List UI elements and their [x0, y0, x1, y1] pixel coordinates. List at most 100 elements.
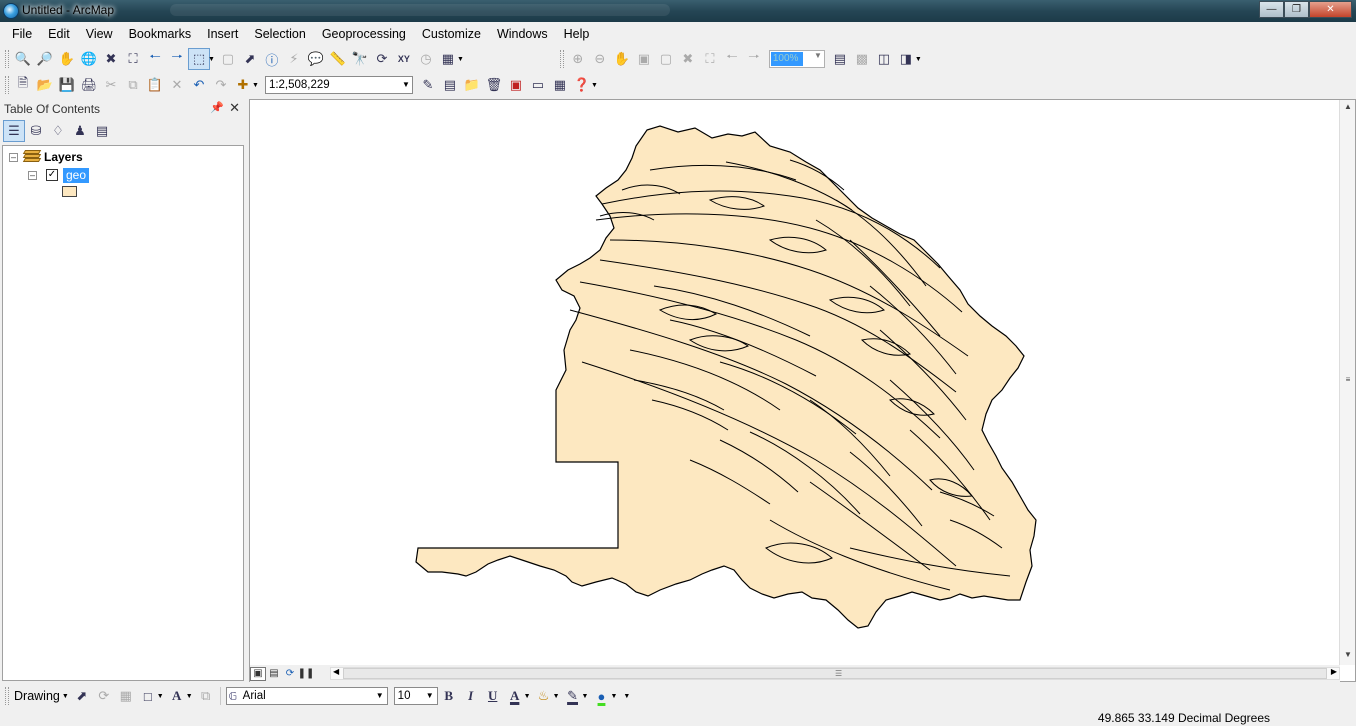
marker-color-dropdown-icon[interactable]: ▼ [610, 693, 617, 700]
pin-icon[interactable]: 📌 [210, 101, 224, 114]
italic-button[interactable]: I [460, 685, 482, 707]
maximize-button[interactable]: ❐ [1284, 1, 1309, 18]
refresh-icon[interactable]: ⟳ [282, 667, 298, 681]
scroll-right-icon[interactable]: ▶ [1331, 667, 1337, 676]
list-by-selection-icon[interactable]: ♟ [69, 120, 91, 142]
scroll-up-icon[interactable]: ▲ [1340, 102, 1356, 111]
layout-forward-icon[interactable]: 🠒 [743, 48, 765, 70]
identify-icon[interactable]: ⓘ [261, 48, 283, 70]
text-tool-icon[interactable]: A [166, 685, 188, 707]
editor-toolbar-icon[interactable]: ✎ [417, 74, 439, 96]
focus-data-frame-icon[interactable]: ▩ [851, 48, 873, 70]
undo-icon[interactable]: ↶ [188, 74, 210, 96]
tree-row-geo[interactable]: – ✓ geo [28, 166, 90, 184]
pause-drawing-icon[interactable]: ❚❚ [298, 667, 315, 681]
text-tool-dropdown-icon[interactable]: ▼ [186, 693, 193, 700]
drawing-toolbar-options-icon[interactable]: ▼ [623, 693, 630, 700]
font-color-icon[interactable]: A [504, 685, 526, 707]
fill-color-bucket-icon[interactable]: ♨ [533, 685, 555, 707]
table-of-contents-icon[interactable]: ▤ [439, 74, 461, 96]
standard-toolbar-options-icon[interactable]: ▼ [591, 82, 598, 89]
forward-extent-icon[interactable]: 🠒 [166, 48, 188, 70]
rotate-icon[interactable]: ⟳ [93, 685, 115, 707]
layer-name-label[interactable]: geo [63, 167, 90, 183]
marker-color-icon[interactable]: ● [590, 685, 612, 707]
menu-windows[interactable]: Windows [489, 22, 556, 46]
layout-view-icon[interactable]: ▤ [266, 667, 282, 681]
rectangle-icon[interactable]: □ [137, 685, 159, 707]
underline-button[interactable]: U [482, 685, 504, 707]
edit-vertices-icon[interactable]: ⧉ [195, 685, 217, 707]
bold-button[interactable]: B [438, 685, 460, 707]
layout-zoom-combo[interactable]: 100% ▼ [768, 50, 825, 68]
cut-icon[interactable]: ✂ [100, 74, 122, 96]
select-elements-icon[interactable]: ⬈ [71, 685, 93, 707]
data-driven-pages-icon[interactable]: ◨ [895, 48, 917, 70]
geo-layer-polygons[interactable] [250, 100, 1340, 665]
copy-icon[interactable]: ⧉ [122, 74, 144, 96]
menu-selection[interactable]: Selection [246, 22, 313, 46]
drawing-menu[interactable]: Drawing [14, 689, 60, 703]
font-size-select[interactable]: 10 ▼ [393, 687, 438, 705]
map-scale-input[interactable]: 1:2,508,229 ▼ [264, 76, 413, 94]
layout-pan-icon[interactable]: ✋ [611, 48, 633, 70]
clear-selection-icon[interactable]: ▢ [217, 48, 239, 70]
zoom-out-icon[interactable]: 🔎 [34, 48, 56, 70]
add-data-icon[interactable]: ✚ [232, 74, 254, 96]
font-color-dropdown-icon[interactable]: ▼ [524, 693, 531, 700]
line-color-dropdown-icon[interactable]: ▼ [582, 693, 589, 700]
fill-color-dropdown-icon[interactable]: ▼ [553, 693, 560, 700]
tree-row-layers[interactable]: – Layers [9, 148, 83, 166]
menu-customize[interactable]: Customize [414, 22, 489, 46]
drawing-menu-dropdown-icon[interactable]: ▼ [62, 693, 69, 700]
collapse-icon[interactable]: – [9, 152, 18, 162]
toggle-draft-mode-icon[interactable]: ▤ [829, 48, 851, 70]
layer-visibility-checkbox[interactable]: ✓ [46, 169, 58, 181]
find-binoculars-icon[interactable]: 🔭 [349, 48, 371, 70]
list-by-source-icon[interactable]: ⛁ [25, 120, 47, 142]
save-icon[interactable]: 💾 [56, 74, 78, 96]
menu-file[interactable]: File [4, 22, 40, 46]
change-layout-icon[interactable]: ◫ [873, 48, 895, 70]
rectangle-dropdown-icon[interactable]: ▼ [157, 693, 164, 700]
find-route-icon[interactable]: ⟳ [371, 48, 393, 70]
fixed-zoom-out-icon[interactable]: ⛶ [122, 48, 144, 70]
tools-toolbar-options-icon[interactable]: ▼ [457, 56, 464, 63]
html-popup-icon[interactable]: 💬 [305, 48, 327, 70]
select-elements-arrow-icon[interactable]: ⬈ [239, 48, 261, 70]
fixed-zoom-in-layout-icon[interactable]: ✖ [677, 48, 699, 70]
paste-icon[interactable]: 📋 [144, 74, 166, 96]
toolbar-grip[interactable] [5, 687, 9, 705]
map-display[interactable]: ▲ ≡ ▼ ▣ ▤ ⟳ ❚❚ ◀ ☰ ▶ [249, 99, 1356, 682]
scroll-left-icon[interactable]: ◀ [333, 667, 339, 676]
select-features-icon[interactable]: ⬚ [188, 48, 210, 70]
catalog-window-icon[interactable]: 📁 [461, 74, 483, 96]
open-folder-icon[interactable]: 📂 [34, 74, 56, 96]
print-icon[interactable]: 🖨 [78, 74, 100, 96]
line-color-pen-icon[interactable]: ✎ [562, 685, 584, 707]
toc-options-icon[interactable]: ▤ [91, 120, 113, 142]
hyperlink-icon[interactable]: ⚡ [283, 48, 305, 70]
toolbar-grip[interactable] [5, 50, 9, 68]
horizontal-scrollbar[interactable]: ◀ ☰ ▶ [330, 667, 1340, 680]
zoom-100-percent-icon[interactable]: ▢ [655, 48, 677, 70]
search-window-icon[interactable]: 🗑 [483, 74, 505, 96]
layout-zoom-out-icon[interactable]: ⊖ [589, 48, 611, 70]
time-slider-icon[interactable]: ◷ [415, 48, 437, 70]
menu-view[interactable]: View [78, 22, 121, 46]
scrollbar-grip-icon[interactable]: ≡ [1340, 375, 1356, 384]
new-document-icon[interactable]: 🗎 [12, 74, 34, 96]
vertical-scrollbar[interactable]: ▲ ≡ ▼ [1339, 100, 1355, 665]
toolbar-grip[interactable] [5, 76, 9, 94]
close-icon[interactable]: ✕ [229, 100, 240, 116]
pan-hand-icon[interactable]: ✋ [56, 48, 78, 70]
measure-icon[interactable]: 📏 [327, 48, 349, 70]
select-features-dropdown-icon[interactable]: ▼ [208, 56, 215, 63]
modelbuilder-icon[interactable]: ▦ [549, 74, 571, 96]
arctoolbox-icon[interactable]: ▣ [505, 74, 527, 96]
layout-toolbar-grip[interactable] [559, 50, 564, 68]
data-view-icon[interactable]: ▣ [250, 666, 266, 681]
zoom-whole-page-icon[interactable]: ▣ [633, 48, 655, 70]
collapse-icon[interactable]: – [28, 170, 37, 180]
map-canvas[interactable] [250, 100, 1340, 665]
